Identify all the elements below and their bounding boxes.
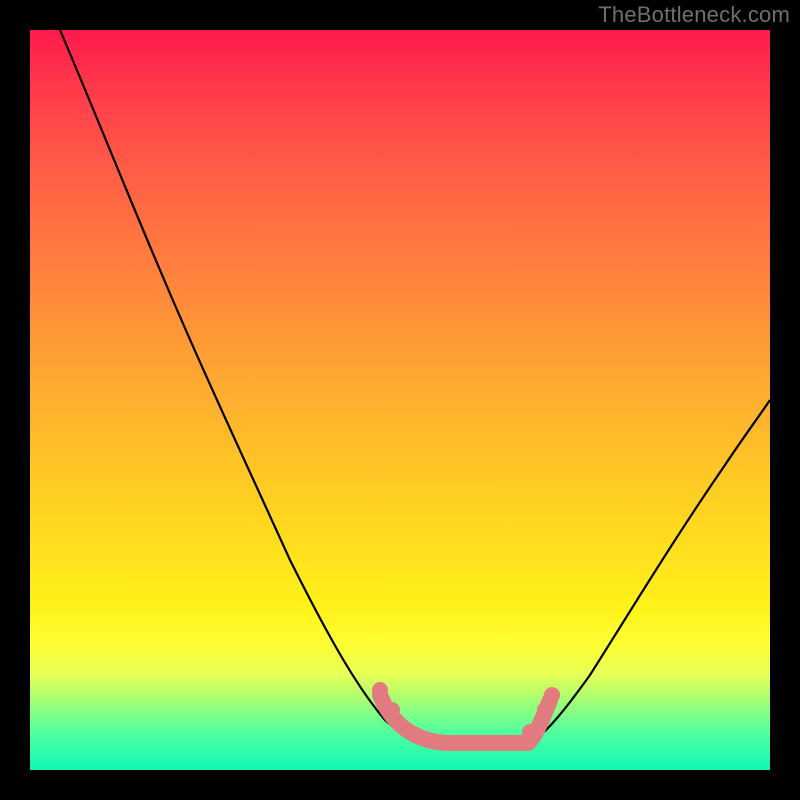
marker-dot bbox=[384, 702, 400, 718]
curve-right-branch bbox=[528, 400, 770, 744]
marker-dot bbox=[537, 702, 553, 718]
curve-left-branch bbox=[60, 30, 445, 744]
marker-dot bbox=[544, 687, 560, 703]
marker-dot bbox=[522, 724, 538, 740]
marker-dot bbox=[372, 682, 388, 698]
watermark-text: TheBottleneck.com bbox=[598, 2, 790, 28]
chart-svg bbox=[30, 30, 770, 770]
chart-plot-area bbox=[30, 30, 770, 770]
chart-frame: TheBottleneck.com bbox=[0, 0, 800, 800]
